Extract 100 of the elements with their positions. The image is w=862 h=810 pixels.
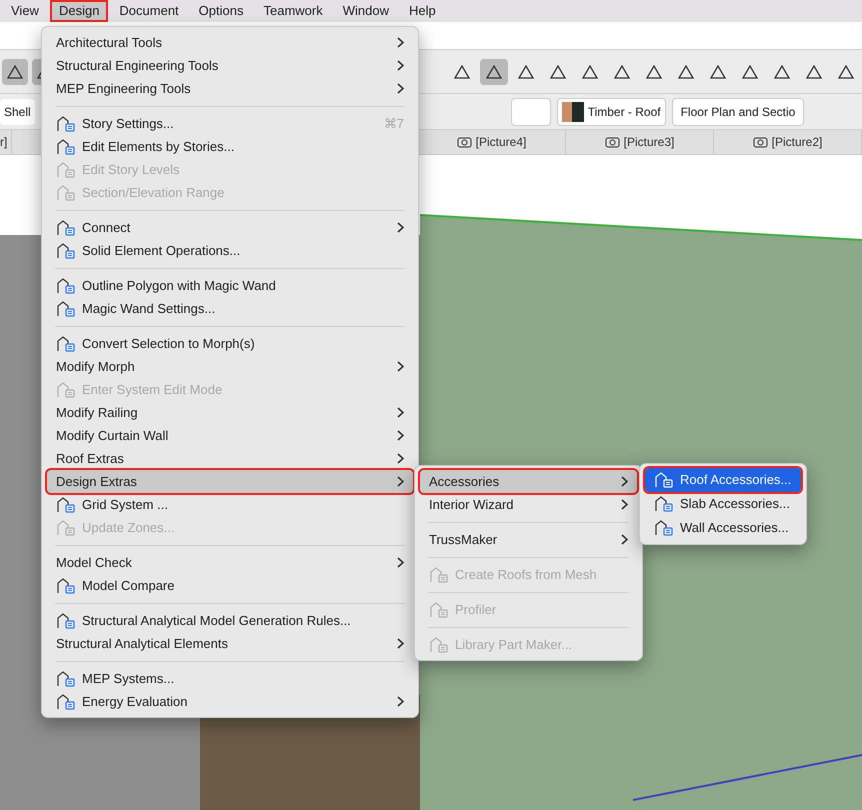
menu-item[interactable]: Structural Analytical Elements [47, 632, 413, 655]
menu-item[interactable]: Model Check [47, 551, 413, 574]
menu-item[interactable]: Connect [47, 216, 413, 239]
menu-item-label: Convert Selection to Morph(s) [82, 334, 256, 353]
menu-item-label: Solid Element Operations... [82, 242, 242, 260]
item-icon [56, 184, 76, 202]
menu-item-label: Roof Accessories... [680, 471, 792, 490]
menu-item[interactable]: MEP Engineering Tools [47, 77, 413, 100]
menu-item-label: Outline Polygon with Magic Wand [82, 276, 277, 295]
item-icon [56, 334, 76, 352]
menu-item-label: Create Roofs from Mesh [455, 566, 598, 584]
chevron-icon [397, 361, 404, 372]
menu-item[interactable]: Modify Morph [47, 355, 413, 378]
menu-item[interactable]: Energy Evaluation [47, 690, 413, 713]
chevron-icon [621, 476, 628, 487]
menu-item[interactable]: Edit Elements by Stories... [47, 135, 413, 158]
menu-item-label: Model Compare [82, 576, 176, 595]
camera-icon [456, 136, 472, 148]
menu-item[interactable]: Interior Wizard [420, 493, 637, 516]
tab[interactable]: r] [0, 130, 12, 154]
menu-item-label: TrussMaker [429, 530, 498, 549]
menu-item-label: MEP Systems... [82, 670, 176, 688]
menu-item-label: Accessories [429, 472, 500, 491]
chevron-icon [397, 430, 404, 441]
tool-icon[interactable] [480, 58, 508, 84]
menu-item[interactable]: Convert Selection to Morph(s) [47, 332, 413, 355]
menu-item-label: Section/Elevation Range [82, 184, 226, 202]
material-button[interactable]: Timber - Roof [556, 98, 666, 126]
menu-item-label: Structural Analytical Model Generation Rules... [82, 612, 352, 630]
tab[interactable]: [Picture3] [566, 130, 714, 154]
menu-item-label: Wall Accessories... [680, 519, 790, 538]
menu-item[interactable]: Roof Extras [47, 447, 413, 470]
menu-item[interactable]: Wall Accessories... [645, 516, 801, 540]
chevron-icon [397, 453, 404, 464]
menu-bar-item[interactable]: Document [110, 0, 188, 22]
menu-item[interactable]: Accessories [420, 470, 637, 493]
item-icon [429, 636, 449, 654]
menu-item-label: MEP Engineering Tools [56, 80, 192, 98]
menu-item[interactable]: MEP Systems... [47, 667, 413, 690]
camera-icon [604, 136, 620, 148]
chevron-icon [621, 534, 628, 545]
chevron-icon [397, 696, 404, 707]
menu-item[interactable]: Structural Analytical Model Generation Rules... [47, 609, 413, 632]
item-icon [56, 160, 76, 178]
chevron-icon [397, 557, 404, 568]
menu-item[interactable]: Slab Accessories... [645, 492, 801, 516]
menu-item[interactable]: Design Extras [47, 470, 413, 493]
chevron-icon [621, 499, 628, 510]
menu-item[interactable]: TrussMaker [420, 528, 637, 551]
menu-item[interactable]: Outline Polygon with Magic Wand [47, 274, 413, 297]
menu-item-label: Roof Extras [56, 450, 125, 468]
item-icon [654, 495, 674, 513]
menu-bar-item[interactable]: Design [50, 0, 108, 22]
item-icon [654, 519, 674, 537]
menu-item-label: Model Check [56, 554, 133, 572]
menu-item[interactable]: Grid System ... [47, 493, 413, 516]
menu-bar-item[interactable]: Help [400, 0, 445, 22]
menu-item-label: Connect [82, 218, 132, 237]
menu-item[interactable]: Modify Curtain Wall [47, 424, 413, 447]
menu-bar-item[interactable]: Teamwork [254, 0, 332, 22]
tab[interactable]: [Picture2] [714, 130, 862, 154]
menu-item[interactable]: Story Settings... ⌘7 [47, 112, 413, 135]
menu-item[interactable]: Model Compare [47, 574, 413, 597]
menu-item-label: Interior Wizard [429, 496, 515, 514]
view-button[interactable]: Shell [0, 98, 35, 124]
menu-item[interactable]: Architectural Tools [47, 31, 413, 54]
menu-item[interactable]: Magic Wand Settings... [47, 297, 413, 320]
item-icon [56, 138, 76, 156]
menu-item-label: Library Part Maker... [455, 636, 574, 654]
item-icon [56, 114, 76, 132]
menu-item[interactable]: Modify Railing [47, 401, 413, 424]
item-icon [429, 566, 449, 584]
menu-bar-item[interactable]: Options [190, 0, 252, 22]
menu-item-label: Edit Elements by Stories... [82, 138, 236, 156]
chevron-icon [397, 83, 404, 94]
chevron-icon [397, 222, 404, 233]
menu-item-label: Structural Engineering Tools [56, 56, 220, 75]
view-setting-button[interactable]: Floor Plan and Sectio [672, 98, 804, 126]
item-icon [56, 496, 76, 514]
menu-bar-item[interactable]: View [2, 0, 48, 22]
item-icon [56, 576, 76, 594]
menu-item-label: Modify Morph [56, 358, 136, 376]
menu-bar-item[interactable]: Window [334, 0, 398, 22]
menu-item-label: Edit Story Levels [82, 160, 181, 179]
tool-icon[interactable] [2, 58, 28, 84]
menu-item-label: Architectural Tools [56, 34, 163, 52]
item-icon [56, 242, 76, 260]
menu-item-label: Slab Accessories... [680, 495, 791, 514]
camera-icon [752, 136, 768, 148]
menu-item-label: Structural Analytical Elements [56, 634, 229, 653]
menu-item[interactable]: Roof Accessories... [645, 468, 801, 492]
item-icon [56, 692, 76, 710]
menu-item[interactable]: Solid Element Operations... [47, 239, 413, 262]
menu-item[interactable]: Structural Engineering Tools [47, 54, 413, 77]
item-icon [56, 380, 76, 398]
menu-item-label: Story Settings... [82, 114, 175, 133]
menu-item-label: Magic Wand Settings... [82, 300, 216, 318]
item-icon [654, 471, 674, 489]
item-icon [429, 600, 449, 618]
item-icon [56, 218, 76, 236]
